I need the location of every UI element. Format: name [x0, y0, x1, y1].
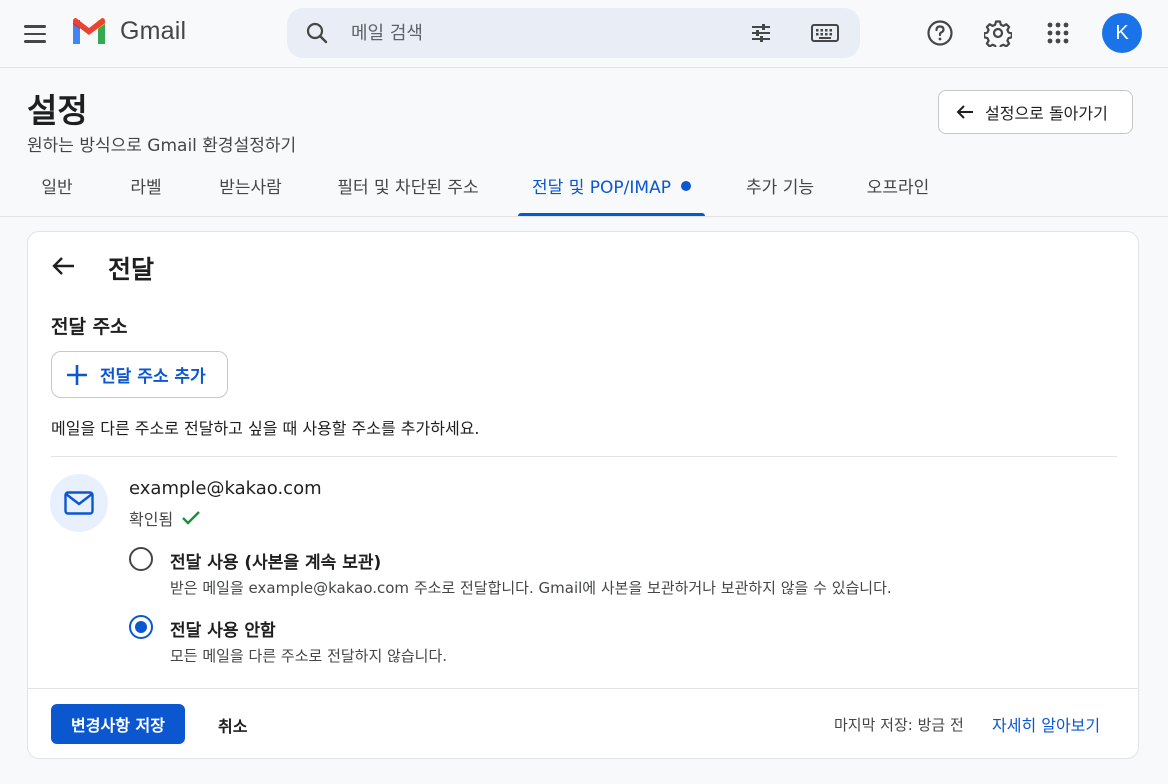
- forward-keep-copy-label: 전달 사용 (사본을 계속 보관): [170, 553, 382, 573]
- verified-status-label: 확인됨: [129, 510, 174, 529]
- apps-grid-icon[interactable]: [1038, 13, 1078, 53]
- disable-forwarding-radio[interactable]: [129, 615, 153, 639]
- back-arrow-icon[interactable]: [50, 252, 78, 280]
- settings-tabs: 일반 라벨 받는사람 필터 및 차단된 주소 전달 및 POP/IMAP 추가 …: [0, 168, 1168, 217]
- help-icon[interactable]: [920, 13, 960, 53]
- last-saved-status: 마지막 저장: 방금 전: [834, 716, 964, 734]
- plus-icon: [67, 364, 87, 385]
- tab-general[interactable]: 일반: [27, 168, 87, 216]
- page-subtitle: 원하는 방식으로 Gmail 환경설정하기: [27, 136, 297, 156]
- tab-addons[interactable]: 추가 기능: [730, 168, 830, 216]
- forwarding-email: example@kakao.com: [129, 478, 322, 499]
- forward-keep-copy-radio[interactable]: [129, 547, 153, 571]
- page-title: 설정: [27, 91, 88, 130]
- search-icon[interactable]: [305, 21, 329, 45]
- gmail-logo[interactable]: Gmail: [70, 16, 186, 46]
- active-tab-indicator: [518, 213, 705, 216]
- tab-offline[interactable]: 오프라인: [852, 168, 944, 216]
- forwarding-address-heading: 전달 주소: [51, 316, 128, 338]
- forwarding-helper-text: 메일을 다른 주소로 전달하고 싶을 때 사용할 주소를 추가하세요.: [51, 419, 480, 438]
- disable-forwarding-label: 전달 사용 안함: [170, 621, 276, 641]
- footer-divider: [28, 688, 1138, 689]
- top-bar: Gmail 메일 검색 K: [0, 0, 1168, 68]
- keyboard-icon[interactable]: [811, 21, 839, 45]
- tab-forwarding-pop-imap[interactable]: 전달 및 POP/IMAP: [518, 168, 705, 216]
- forwarding-title: 전달: [108, 255, 155, 284]
- tab-labels[interactable]: 라벨: [116, 168, 176, 216]
- back-to-settings-label: 설정으로 돌아가기: [985, 104, 1108, 123]
- forwarding-card: 전달 전달 주소 전달 주소 추가 메일을 다른 주소로 전달하고 싶을 때 사…: [27, 231, 1139, 759]
- section-divider: [51, 456, 1117, 457]
- forward-keep-copy-description: 받은 메일을 example@kakao.com 주소로 전달합니다. Gmai…: [170, 579, 892, 597]
- cancel-button[interactable]: 취소: [218, 713, 247, 737]
- tab-filters[interactable]: 필터 및 차단된 주소: [322, 168, 494, 216]
- gmail-m-icon: [73, 18, 105, 44]
- settings-gear-icon[interactable]: [978, 13, 1018, 53]
- search-input[interactable]: [351, 18, 711, 48]
- active-dot-icon: [680, 181, 691, 191]
- save-changes-button[interactable]: 변경사항 저장: [51, 704, 185, 744]
- account-avatar[interactable]: K: [1102, 13, 1142, 53]
- mail-icon: [64, 491, 94, 515]
- verified-status: 확인됨: [129, 506, 201, 530]
- main-menu-icon[interactable]: [18, 17, 52, 51]
- search-options-icon[interactable]: [749, 21, 773, 45]
- add-forwarding-address-button[interactable]: 전달 주소 추가: [51, 351, 228, 398]
- learn-more-link[interactable]: 자세히 알아보기: [992, 712, 1100, 736]
- mail-avatar: [50, 474, 108, 532]
- tab-inbox[interactable]: 받는사람: [203, 168, 298, 216]
- check-icon: [182, 511, 201, 525]
- arrow-left-icon: [956, 105, 973, 119]
- back-to-settings-button[interactable]: 설정으로 돌아가기: [938, 90, 1133, 134]
- gmail-logo-text: Gmail: [120, 16, 187, 45]
- add-forwarding-address-label: 전달 주소 추가: [100, 367, 206, 387]
- disable-forwarding-description: 모든 메일을 다른 주소로 전달하지 않습니다.: [170, 647, 448, 665]
- search-bar: [287, 8, 860, 58]
